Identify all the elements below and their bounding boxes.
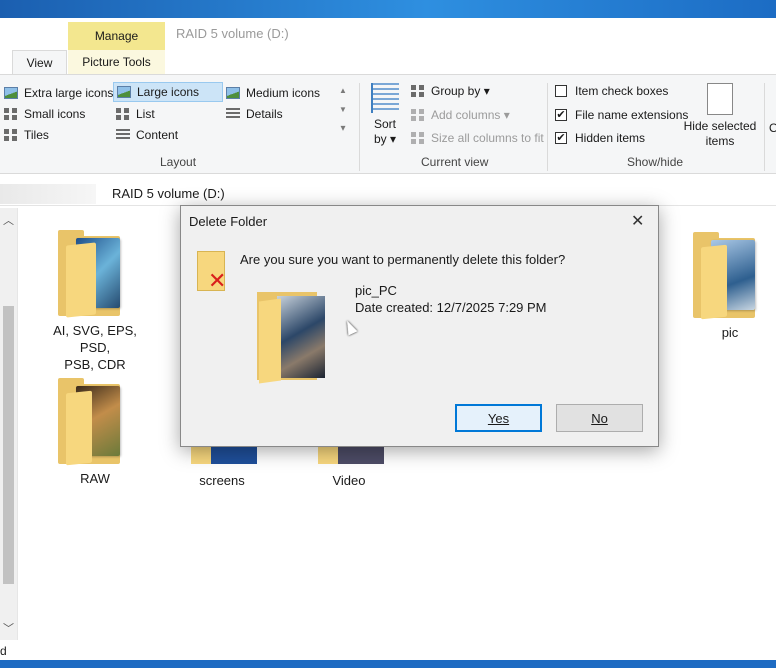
layout-list[interactable]: List — [116, 104, 155, 124]
layout-item-label: Small icons — [24, 107, 86, 121]
address-bar[interactable]: RAID 5 volume (D:) — [0, 182, 776, 206]
tab-view[interactable]: View — [12, 50, 67, 74]
status-fragment: d — [0, 644, 7, 658]
folder-thumbnail — [257, 290, 327, 384]
hide-selected-items-button[interactable]: Hide selected items — [682, 83, 758, 149]
dialog-title: Delete Folder — [189, 214, 268, 229]
layout-tiles[interactable]: Tiles — [4, 125, 49, 145]
folder-date-created: Date created: 12/7/2025 7:29 PM — [355, 300, 547, 315]
file-name-extensions-toggle[interactable]: ✔ File name extensions — [555, 105, 688, 125]
layout-item-label: Large icons — [137, 85, 200, 99]
options-button[interactable]: O — [769, 121, 776, 135]
folder-item[interactable]: RAW — [55, 378, 135, 487]
extra-large-icons-icon — [4, 87, 18, 99]
hide-selected-label: items — [705, 134, 735, 148]
details-icon — [226, 108, 240, 120]
tab-picture-tools[interactable]: Picture Tools — [68, 50, 165, 74]
folder-label: RAW — [80, 471, 110, 486]
yes-button[interactable]: Yes — [455, 404, 542, 432]
layout-extra-large-icons[interactable]: Extra large icons — [4, 83, 113, 103]
scroll-down-icon[interactable]: ﹀ — [3, 620, 14, 636]
content-icon — [116, 129, 130, 141]
toggle-label: File name extensions — [575, 108, 689, 122]
desktop-background — [0, 0, 776, 18]
toggle-label: Hidden items — [575, 131, 646, 145]
folder-label: screens — [199, 473, 245, 488]
delete-folder-dialog: Delete Folder ✕ ✕ Are you sure you want … — [180, 205, 659, 447]
list-icon — [116, 108, 130, 120]
layout-item-label: Medium icons — [246, 86, 321, 100]
hidden-items-toggle[interactable]: ✔ Hidden items — [555, 128, 645, 148]
add-columns-button[interactable]: Add columns ▾ — [411, 105, 510, 125]
folder-item[interactable]: pic — [690, 232, 770, 341]
folder-icon — [58, 378, 132, 466]
folder-label: Video — [332, 473, 366, 488]
scrollbar-thumb[interactable] — [3, 306, 14, 584]
ribbon-separator — [547, 83, 548, 171]
address-path[interactable]: RAID 5 volume (D:) — [112, 186, 225, 201]
folder-name: pic_PC — [355, 283, 397, 298]
folder-item[interactable]: Video — [309, 442, 389, 489]
layout-item-label: Extra large icons — [24, 86, 114, 100]
layout-gallery-scroll[interactable]: ▲ ▼ ▾ — [336, 81, 350, 141]
folder-icon — [693, 232, 767, 320]
navigation-pane-scrollbar[interactable]: ︿ ﹀ — [0, 208, 18, 640]
size-columns-button[interactable]: Size all columns to fit — [411, 128, 544, 148]
layout-content[interactable]: Content — [116, 125, 178, 145]
layout-large-icons[interactable]: Large icons — [113, 82, 223, 102]
tiles-icon — [4, 129, 18, 141]
layout-item-label: List — [136, 107, 155, 121]
layout-small-icons[interactable]: Small icons — [4, 104, 85, 124]
checkbox-checked-icon[interactable]: ✔ — [555, 132, 567, 144]
add-columns-icon — [411, 109, 425, 121]
folder-icon — [58, 230, 132, 318]
hide-selected-label: Hide selected — [683, 119, 757, 133]
item-check-boxes-toggle[interactable]: Item check boxes — [555, 81, 668, 101]
layout-group-label: Layout — [160, 155, 197, 169]
large-icons-icon — [117, 86, 131, 98]
dialog-question: Are you sure you want to permanently del… — [240, 252, 566, 267]
close-icon[interactable]: ✕ — [631, 211, 644, 231]
sort-by-button[interactable]: Sort by ▾ — [368, 83, 402, 147]
ribbon-separator — [764, 83, 765, 171]
hide-selected-icon — [707, 83, 733, 115]
ribbon-separator — [359, 83, 360, 171]
scroll-up-icon[interactable]: ︿ — [3, 212, 14, 228]
sort-icon — [371, 83, 399, 113]
tab-manage[interactable]: Manage — [68, 22, 165, 50]
gallery-up-icon[interactable]: ▲ — [336, 81, 350, 100]
add-columns-label: Add columns — [431, 108, 501, 122]
folder-item[interactable]: screens — [182, 442, 262, 489]
gallery-more-icon[interactable]: ▾ — [336, 119, 350, 138]
address-prefix-blurred — [0, 184, 96, 204]
ribbon: Extra large icons Large icons Medium ico… — [0, 74, 776, 174]
group-by-label: Group by — [431, 84, 481, 98]
taskbar-edge — [0, 660, 776, 668]
folder-label: AI, SVG, EPS, PSD, PSB, CDR — [53, 323, 137, 372]
checkbox-checked-icon[interactable]: ✔ — [555, 109, 567, 121]
sort-label: Sort — [373, 117, 396, 131]
no-button[interactable]: No — [556, 404, 643, 432]
sort-by-label: by ▾ — [373, 132, 397, 146]
toggle-label: Item check boxes — [575, 84, 669, 98]
medium-icons-icon — [226, 87, 240, 99]
size-columns-label: Size all columns to fit — [431, 131, 544, 145]
layout-medium-icons[interactable]: Medium icons — [226, 83, 320, 103]
layout-item-label: Content — [136, 128, 179, 142]
group-by-icon — [411, 85, 425, 97]
checkbox-unchecked-icon[interactable] — [555, 85, 567, 97]
current-view-group-label: Current view — [421, 155, 489, 169]
small-icons-icon — [4, 108, 18, 120]
group-by-button[interactable]: Group by ▾ — [411, 81, 490, 101]
window-title: RAID 5 volume (D:) — [176, 26, 289, 41]
show-hide-group-label: Show/hide — [627, 155, 684, 169]
layout-item-label: Details — [246, 107, 283, 121]
gallery-down-icon[interactable]: ▼ — [336, 100, 350, 119]
size-columns-icon — [411, 132, 425, 144]
layout-details[interactable]: Details — [226, 104, 283, 124]
red-x-icon: ✕ — [208, 268, 227, 293]
folder-label: pic — [721, 325, 739, 340]
folder-item[interactable]: AI, SVG, EPS, PSD, PSB, CDR — [40, 230, 150, 373]
layout-item-label: Tiles — [24, 128, 49, 142]
